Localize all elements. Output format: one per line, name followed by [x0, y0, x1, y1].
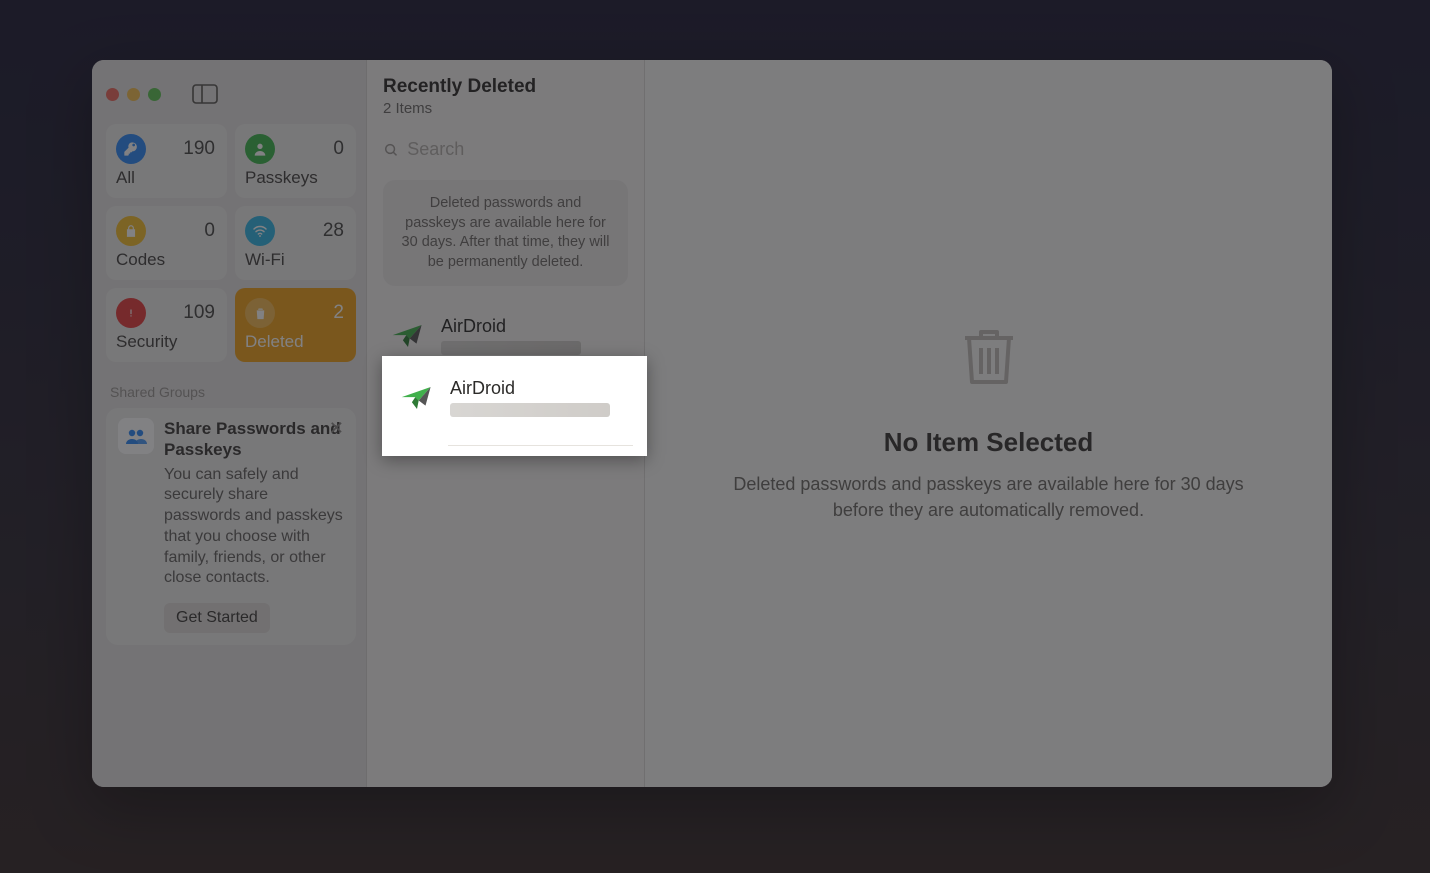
item-username-redacted: [441, 341, 581, 355]
item-username-redacted: [450, 403, 610, 417]
item-title: AirDroid: [450, 378, 631, 399]
category-label: Deleted: [245, 332, 344, 352]
wifi-icon: [245, 216, 275, 246]
category-count: 0: [204, 220, 215, 242]
zoom-window-button[interactable]: [148, 88, 161, 101]
toggle-sidebar-button[interactable]: [191, 83, 219, 105]
minimize-window-button[interactable]: [127, 88, 140, 101]
key-icon: [116, 134, 146, 164]
shared-group-icon: [118, 418, 154, 454]
close-window-button[interactable]: [106, 88, 119, 101]
empty-state-description: Deleted passwords and passkeys are avail…: [729, 472, 1249, 522]
detail-pane: No Item Selected Deleted passwords and p…: [645, 60, 1332, 787]
lock-icon: [116, 216, 146, 246]
alert-icon: [116, 298, 146, 328]
share-card-description: You can safely and securely share passwo…: [164, 465, 344, 590]
list-subtitle: 2 Items: [383, 100, 628, 117]
category-wifi[interactable]: 28 Wi-Fi: [235, 206, 356, 280]
trash-icon: [245, 298, 275, 328]
category-count: 190: [183, 138, 215, 160]
empty-state-title: No Item Selected: [884, 427, 1094, 458]
trash-illustration-icon: [961, 324, 1017, 391]
category-label: All: [116, 168, 215, 188]
search-icon: [383, 141, 399, 159]
passwords-window: 190 All 0 Passkeys: [92, 60, 1332, 787]
share-passwords-card: Share Passwords and Passkeys You can saf…: [106, 408, 356, 645]
search-field[interactable]: [383, 139, 628, 160]
airdroid-icon: [389, 317, 427, 355]
sidebar-icon: [192, 84, 218, 104]
close-icon[interactable]: ✕: [329, 418, 344, 439]
category-codes[interactable]: 0 Codes: [106, 206, 227, 280]
window-controls: [106, 76, 356, 112]
category-count: 28: [323, 220, 344, 242]
share-card-title: Share Passwords and Passkeys: [164, 418, 344, 461]
airdroid-icon: [398, 379, 436, 417]
category-grid: 190 All 0 Passkeys: [106, 124, 356, 362]
category-label: Passkeys: [245, 168, 344, 188]
deleted-notice: Deleted passwords and passkeys are avail…: [383, 180, 628, 286]
get-started-button[interactable]: Get Started: [164, 603, 270, 633]
category-count: 109: [183, 302, 215, 324]
category-label: Codes: [116, 250, 215, 270]
category-passkeys[interactable]: 0 Passkeys: [235, 124, 356, 198]
item-title: AirDroid: [441, 316, 620, 337]
list-title: Recently Deleted: [383, 76, 628, 98]
category-security[interactable]: 109 Security: [106, 288, 227, 362]
sidebar: 190 All 0 Passkeys: [92, 60, 367, 787]
item-divider: [448, 445, 633, 446]
category-all[interactable]: 190 All: [106, 124, 227, 198]
highlighted-item[interactable]: AirDroid: [382, 356, 647, 456]
search-input[interactable]: [407, 139, 628, 160]
passkey-icon: [245, 134, 275, 164]
category-label: Wi-Fi: [245, 250, 344, 270]
category-count: 2: [333, 302, 344, 324]
category-label: Security: [116, 332, 215, 352]
category-deleted[interactable]: 2 Deleted: [235, 288, 356, 362]
category-count: 0: [333, 138, 344, 160]
shared-groups-heading: Shared Groups: [106, 384, 356, 400]
